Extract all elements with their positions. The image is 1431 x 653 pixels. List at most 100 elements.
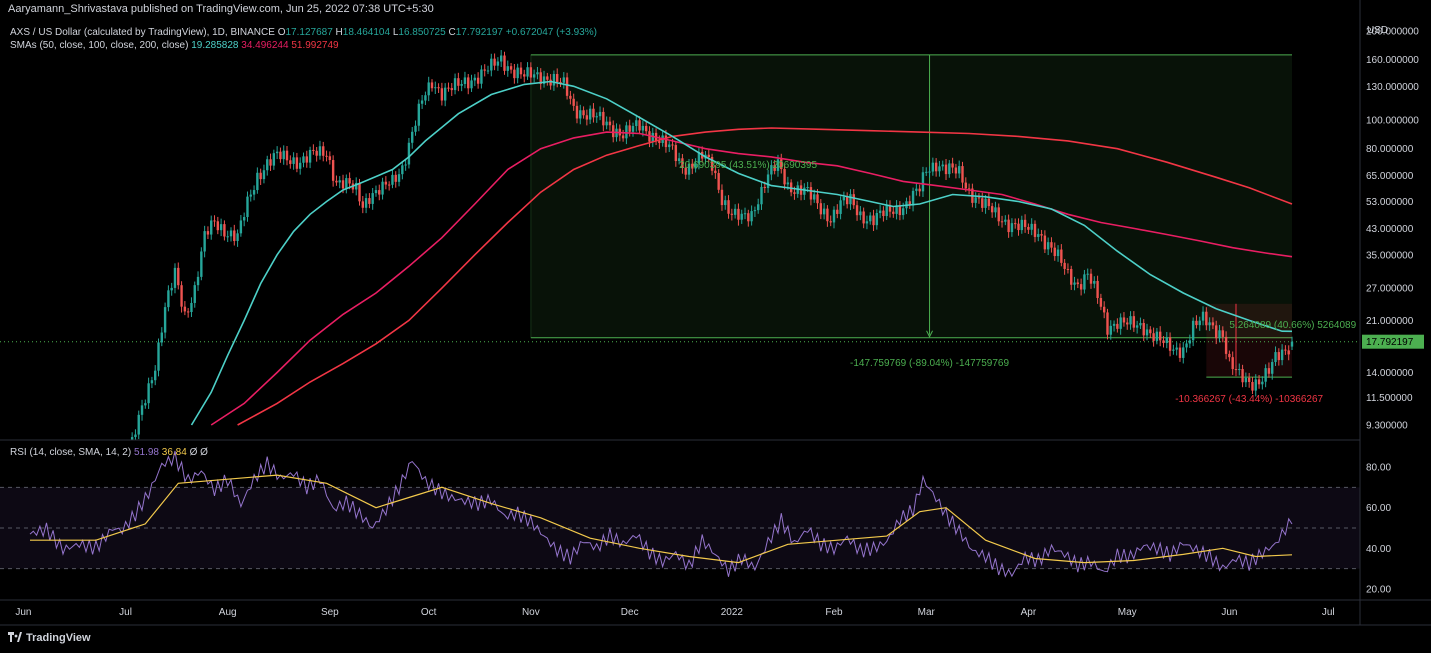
candle-body bbox=[496, 61, 500, 66]
candle-body bbox=[457, 78, 460, 86]
candle-body bbox=[509, 66, 513, 70]
candle[interactable] bbox=[157, 338, 160, 377]
candle-body bbox=[374, 190, 378, 194]
candle-body bbox=[974, 197, 977, 203]
tradingview-brand[interactable]: TradingView bbox=[8, 632, 91, 644]
candle-body bbox=[213, 220, 216, 222]
candle-body bbox=[793, 192, 796, 194]
candle-body bbox=[298, 162, 302, 169]
candle-body bbox=[322, 146, 325, 156]
candle-body bbox=[839, 200, 842, 214]
chart-canvas[interactable]: 20.690395 (43.51%) 20690395 -147.759769 (… bbox=[0, 0, 1431, 653]
measure-label-main: -147.759769 (-89.04%) -147759769 bbox=[850, 358, 1009, 369]
candle-body bbox=[417, 103, 421, 126]
candle-body bbox=[407, 142, 411, 165]
candle-body bbox=[490, 58, 493, 71]
candle-body bbox=[822, 208, 826, 215]
candle-body bbox=[292, 157, 295, 164]
candle-body bbox=[1191, 320, 1195, 341]
candle-body bbox=[1158, 331, 1162, 341]
candle-body bbox=[1089, 273, 1093, 284]
candle-body bbox=[1162, 340, 1165, 344]
candle-body bbox=[493, 58, 496, 66]
candle-body bbox=[526, 67, 529, 77]
candle-body bbox=[463, 77, 467, 84]
candle-body bbox=[1000, 221, 1004, 223]
candle-body bbox=[1030, 223, 1033, 230]
candle-body bbox=[1215, 325, 1218, 339]
candle-body bbox=[585, 115, 589, 120]
candle-body bbox=[859, 211, 862, 216]
candle-body bbox=[1257, 379, 1261, 385]
measure-zone[interactable] bbox=[530, 54, 1292, 338]
candle-body bbox=[901, 208, 905, 216]
candle-body bbox=[612, 125, 615, 138]
candle-body bbox=[401, 165, 404, 175]
candle-body bbox=[229, 230, 233, 237]
candle-body bbox=[335, 180, 338, 183]
candle-body bbox=[832, 209, 836, 223]
candle-body bbox=[1083, 274, 1086, 290]
candle-body bbox=[203, 231, 206, 252]
candle-body bbox=[183, 306, 187, 312]
last-price-label: 17.792197 bbox=[1366, 337, 1414, 348]
candle-body bbox=[1119, 317, 1122, 329]
time-tick-label: Apr bbox=[1021, 607, 1037, 618]
candle-body bbox=[964, 182, 967, 189]
price-tick-label: 14.000000 bbox=[1366, 368, 1414, 379]
candle-body bbox=[750, 211, 753, 222]
candle-body bbox=[717, 173, 720, 190]
time-tick-label: Aug bbox=[219, 607, 237, 618]
candle-body bbox=[318, 146, 322, 156]
candle-body bbox=[803, 187, 806, 195]
candle-body bbox=[331, 160, 335, 181]
candle-body bbox=[1280, 349, 1284, 361]
candle-body bbox=[1244, 377, 1248, 383]
candle-body bbox=[1023, 219, 1027, 227]
candle-body bbox=[1004, 219, 1007, 222]
sma100-value: 34.496244 bbox=[241, 40, 289, 51]
candle-body bbox=[668, 144, 671, 148]
candle-body bbox=[1122, 317, 1126, 323]
candle-body bbox=[315, 150, 318, 156]
candle-body bbox=[766, 174, 770, 189]
candle-body bbox=[216, 221, 220, 231]
candle-body bbox=[885, 205, 888, 217]
candle-body bbox=[740, 213, 743, 220]
candle-body bbox=[177, 267, 180, 286]
candle-body bbox=[1076, 282, 1080, 285]
low-value: 16.850725 bbox=[398, 27, 446, 38]
candle-body bbox=[931, 162, 935, 172]
candle-body bbox=[536, 72, 539, 75]
candle-body bbox=[925, 171, 928, 173]
candle-body bbox=[259, 172, 262, 180]
candle-body bbox=[1172, 349, 1175, 351]
price-tick-label: 35.000000 bbox=[1366, 250, 1414, 261]
time-tick-label: Jul bbox=[119, 607, 132, 618]
candle-body bbox=[1267, 368, 1271, 374]
candle-body bbox=[1238, 369, 1241, 371]
candle-body bbox=[404, 164, 407, 166]
candle-body bbox=[1247, 377, 1251, 383]
candle-body bbox=[397, 174, 401, 182]
candle-body bbox=[1251, 382, 1254, 391]
open-value: 17.127687 bbox=[285, 27, 333, 38]
sma200-value: 51.992749 bbox=[291, 40, 339, 51]
candle-body bbox=[157, 342, 160, 371]
candle-body bbox=[210, 220, 213, 235]
high-value: 18.464104 bbox=[342, 27, 391, 38]
candle-body bbox=[635, 120, 638, 127]
candle-body bbox=[1271, 362, 1274, 374]
candle-body bbox=[256, 172, 259, 191]
candle-body bbox=[1287, 350, 1290, 355]
rsi-tick-label: 60.00 bbox=[1366, 503, 1391, 514]
candle-body bbox=[1178, 347, 1182, 358]
candle-body bbox=[1050, 242, 1053, 248]
candle-body bbox=[167, 290, 170, 308]
candle-body bbox=[272, 153, 276, 166]
candle-body bbox=[602, 111, 605, 126]
candle-body bbox=[1139, 323, 1142, 326]
candle-body bbox=[266, 159, 269, 171]
candle-body bbox=[325, 155, 328, 157]
candle[interactable] bbox=[200, 247, 203, 281]
